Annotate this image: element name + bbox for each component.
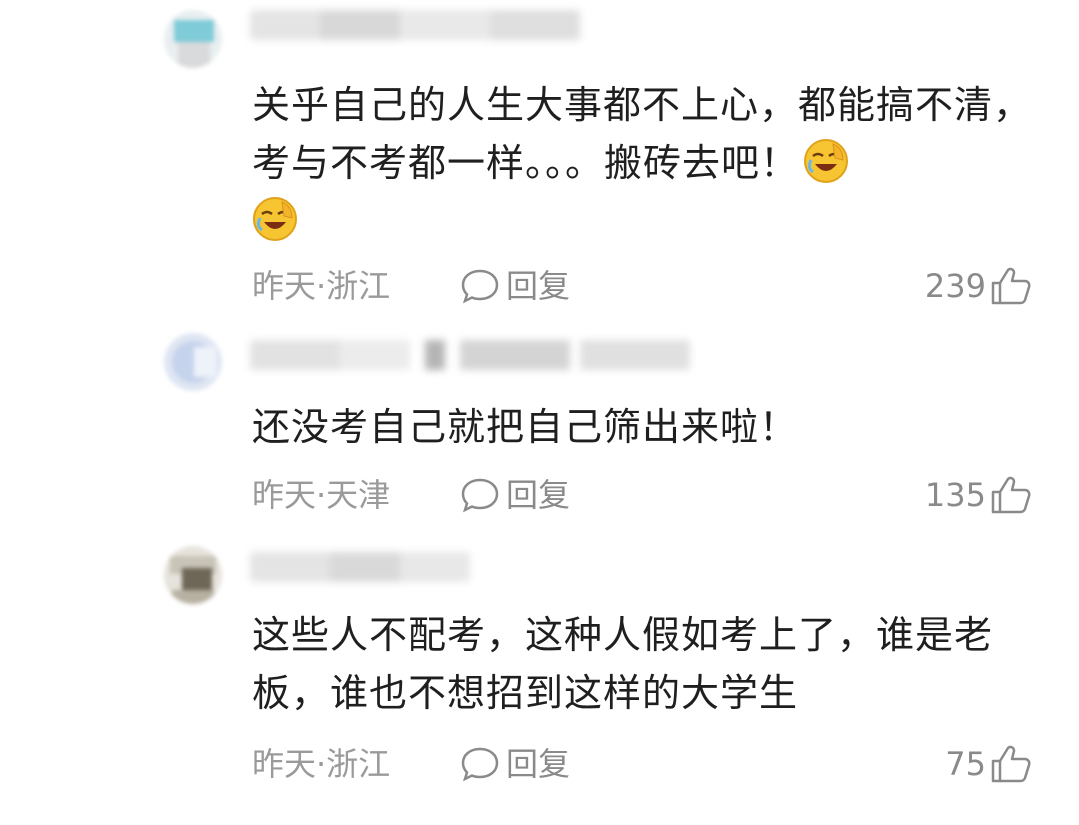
comment-meta: 昨天·浙江 回复 239 [252,264,1032,308]
comment-meta: 昨天·浙江 回复 75 [252,742,1032,786]
comment-text-content: 关乎自己的人生大事都不上心，都能搞不清，考与不考都一样。。。搬砖去吧！ [252,83,1033,185]
like-count: 135 [924,476,986,514]
speech-bubble-icon [461,747,499,782]
avatar[interactable] [164,546,222,604]
facepalm-laugh-emoji-icon [803,138,849,184]
comment-time-location: 昨天·浙江 [252,745,391,783]
reply-label: 回复 [506,267,571,305]
reply-label: 回复 [506,745,571,783]
comment-text: 还没考自己就把自己筛出来啦！ [252,398,1042,456]
username-redacted[interactable] [250,10,580,40]
like-button[interactable]: 135 [925,473,1032,517]
comment-meta: 昨天·天津 回复 135 [252,473,1032,517]
like-button[interactable]: 75 [945,742,1032,786]
comment-text-content: 还没考自己就把自己筛出来啦！ [252,405,799,449]
reply-button[interactable]: 回复 [460,473,570,517]
thumbs-up-icon [991,267,1031,305]
avatar[interactable] [164,10,222,68]
comment-text-content: 这些人不配考，这种人假如考上了，谁是老板，谁也不想招到这样的大学生 [252,613,994,715]
reply-label: 回复 [506,476,571,514]
comment-text: 关乎自己的人生大事都不上心，都能搞不清，考与不考都一样。。。搬砖去吧！ [252,76,1042,250]
reply-button[interactable]: 回复 [460,742,570,786]
comment-time-location: 昨天·天津 [252,476,391,514]
comment-text: 这些人不配考，这种人假如考上了，谁是老板，谁也不想招到这样的大学生 [252,606,1042,722]
like-button[interactable]: 239 [925,264,1032,308]
reply-button[interactable]: 回复 [460,264,570,308]
username-redacted[interactable] [250,340,690,370]
comment-time-location: 昨天·浙江 [252,267,391,305]
like-count: 75 [945,745,986,783]
speech-bubble-icon [461,269,499,304]
like-count: 239 [924,267,986,305]
speech-bubble-icon [461,478,499,513]
thumbs-up-icon [991,745,1031,783]
username-redacted[interactable] [250,552,470,582]
facepalm-laugh-emoji-icon [252,196,298,242]
avatar[interactable] [164,333,222,391]
thumbs-up-icon [991,476,1031,514]
